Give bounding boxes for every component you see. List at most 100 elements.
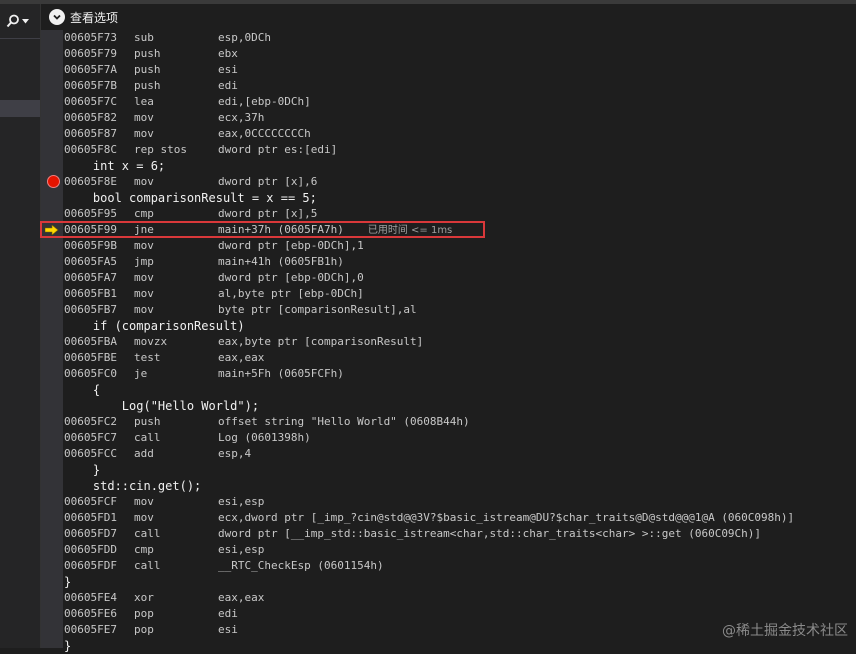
asm-address: 00605FCC [64, 447, 117, 460]
source-line[interactable]: } [64, 638, 856, 654]
asm-line[interactable]: 00605F9B mov dword ptr [ebp-0DCh],1 [64, 238, 856, 254]
current-instruction-highlight [40, 221, 485, 238]
source-line[interactable]: } [64, 462, 856, 478]
asm-line[interactable]: 00605F73 sub esp,0DCh [64, 30, 856, 46]
asm-address: 00605FBE [64, 351, 117, 364]
asm-address: 00605FCF [64, 495, 117, 508]
asm-mnemonic: xor [134, 591, 154, 604]
source-line[interactable]: if (comparisonResult) [64, 318, 856, 334]
panel-selected-item[interactable] [0, 100, 40, 117]
source-text: std::cin.get(); [64, 479, 202, 493]
asm-mnemonic: rep stos [134, 143, 187, 156]
asm-operands: __RTC_CheckEsp (0601154h) [218, 559, 384, 572]
asm-address: 00605F82 [64, 111, 117, 124]
asm-address: 00605F95 [64, 207, 117, 220]
asm-line[interactable]: 00605FDF call __RTC_CheckEsp (0601154h) [64, 558, 856, 574]
asm-operands: dword ptr [ebp-0DCh],1 [218, 239, 364, 252]
asm-address: 00605F8E [64, 175, 117, 188]
asm-mnemonic: push [134, 47, 161, 60]
asm-line[interactable]: 00605F7A push esi [64, 62, 856, 78]
asm-line[interactable]: 00605FD1 mov ecx,dword ptr [_imp_?cin@std@… [64, 510, 856, 526]
asm-mnemonic: mov [134, 175, 154, 188]
asm-address: 00605FC2 [64, 415, 117, 428]
source-line[interactable]: int x = 6; [64, 158, 856, 174]
source-text: } [64, 575, 72, 589]
asm-address: 00605F79 [64, 47, 117, 60]
asm-address: 00605FB1 [64, 287, 117, 300]
asm-mnemonic: call [134, 559, 161, 572]
asm-operands: al,byte ptr [ebp-0DCh] [218, 287, 364, 300]
indicator-margin[interactable] [41, 4, 63, 648]
asm-operands: esp,4 [218, 447, 252, 460]
disassembly-header: 查看选项 [41, 4, 856, 30]
asm-line[interactable]: 00605FB1 mov al,byte ptr [ebp-0DCh] [64, 286, 856, 302]
asm-line[interactable]: 00605FCF mov esi,esp [64, 494, 856, 510]
asm-mnemonic: add [134, 447, 154, 460]
asm-line[interactable]: 00605FA7 mov dword ptr [ebp-0DCh],0 [64, 270, 856, 286]
asm-operands: dword ptr [__imp_std::basic_istream<char… [218, 527, 762, 540]
search-dropdown-button[interactable] [6, 12, 36, 30]
asm-line[interactable]: 00605FBE test eax,eax [64, 350, 856, 366]
asm-operands: edi,[ebp-0DCh] [218, 95, 311, 108]
asm-line[interactable]: 00605F7B push edi [64, 78, 856, 94]
asm-line[interactable]: 00605F82 mov ecx,37h [64, 110, 856, 126]
asm-mnemonic: call [134, 527, 161, 540]
asm-line[interactable]: 00605FBA movzx eax,byte ptr [comparisonRes… [64, 334, 856, 350]
asm-operands: offset string "Hello World" (0608B44h) [218, 415, 470, 428]
asm-operands: dword ptr [x],6 [218, 175, 318, 188]
asm-line[interactable]: 00605F87 mov eax,0CCCCCCCCh [64, 126, 856, 142]
asm-operands: eax,0CCCCCCCCh [218, 127, 311, 140]
asm-address: 00605FE6 [64, 607, 117, 620]
asm-line[interactable]: 00605FC2 push offset string "Hello World" … [64, 414, 856, 430]
asm-operands: eax,eax [218, 591, 265, 604]
asm-mnemonic: mov [134, 127, 154, 140]
asm-address: 00605F8C [64, 143, 117, 156]
source-text: } [64, 463, 101, 477]
asm-address: 00605FD1 [64, 511, 117, 524]
asm-address: 00605FD7 [64, 527, 117, 540]
disassembly-view[interactable]: 00605F73 sub esp,0DCh 00605F79 push ebx 00605F… [45, 30, 856, 654]
source-text: } [64, 639, 72, 653]
breakpoint-icon[interactable] [47, 175, 60, 188]
asm-address: 00605FE4 [64, 591, 117, 604]
asm-address: 00605F9B [64, 239, 117, 252]
asm-address: 00605FC7 [64, 431, 117, 444]
asm-line[interactable]: 00605FD7 call dword ptr [__imp_std::basic_… [64, 526, 856, 542]
asm-address: 00605FA5 [64, 255, 117, 268]
asm-line[interactable]: 00605F7C lea edi,[ebp-0DCh] [64, 94, 856, 110]
asm-line[interactable]: 00605FC0 je main+5Fh (0605FCFh) [64, 366, 856, 382]
asm-mnemonic: push [134, 415, 161, 428]
asm-address: 00605F7C [64, 95, 117, 108]
asm-operands: eax,eax [218, 351, 265, 364]
source-text: bool comparisonResult = x == 5; [64, 191, 317, 205]
source-line[interactable]: Log("Hello World"); [64, 398, 856, 414]
source-line[interactable]: { [64, 382, 856, 398]
asm-address: 00605FB7 [64, 303, 117, 316]
source-line[interactable]: } [64, 574, 856, 590]
asm-operands: byte ptr [comparisonResult],al [218, 303, 417, 316]
asm-operands: esp,0DCh [218, 31, 271, 44]
asm-line[interactable]: 00605F8E mov dword ptr [x],6 [47, 174, 856, 190]
asm-line[interactable]: 00605FC7 call Log (0601398h) [64, 430, 856, 446]
asm-address: 00605FE7 [64, 623, 117, 636]
asm-line[interactable]: 00605FA5 jmp main+41h (0605FB1h) [64, 254, 856, 270]
asm-mnemonic: push [134, 79, 161, 92]
asm-mnemonic: mov [134, 271, 154, 284]
chevron-down-icon[interactable] [49, 9, 65, 25]
source-line[interactable]: bool comparisonResult = x == 5; [64, 190, 856, 206]
asm-line[interactable]: 00605FB7 mov byte ptr [comparisonResult],a… [64, 302, 856, 318]
asm-mnemonic: je [134, 367, 148, 380]
source-text: int x = 6; [64, 159, 166, 173]
asm-line[interactable]: 00605F8C rep stos dword ptr es:[edi] [64, 142, 856, 158]
asm-line[interactable]: 00605F79 push ebx [64, 46, 856, 62]
asm-line[interactable]: 00605FDD cmp esi,esp [64, 542, 856, 558]
asm-mnemonic: mov [134, 495, 154, 508]
source-line[interactable]: std::cin.get(); [64, 478, 856, 494]
asm-mnemonic: pop [134, 607, 154, 620]
asm-operands: esi,esp [218, 543, 265, 556]
asm-line[interactable]: 00605FE4 xor eax,eax [64, 590, 856, 606]
asm-operands: dword ptr [x],5 [218, 207, 318, 220]
asm-line[interactable]: 00605F95 cmp dword ptr [x],5 [64, 206, 856, 222]
asm-line[interactable]: 00605FCC add esp,4 [64, 446, 856, 462]
view-options-label[interactable]: 查看选项 [70, 9, 118, 26]
